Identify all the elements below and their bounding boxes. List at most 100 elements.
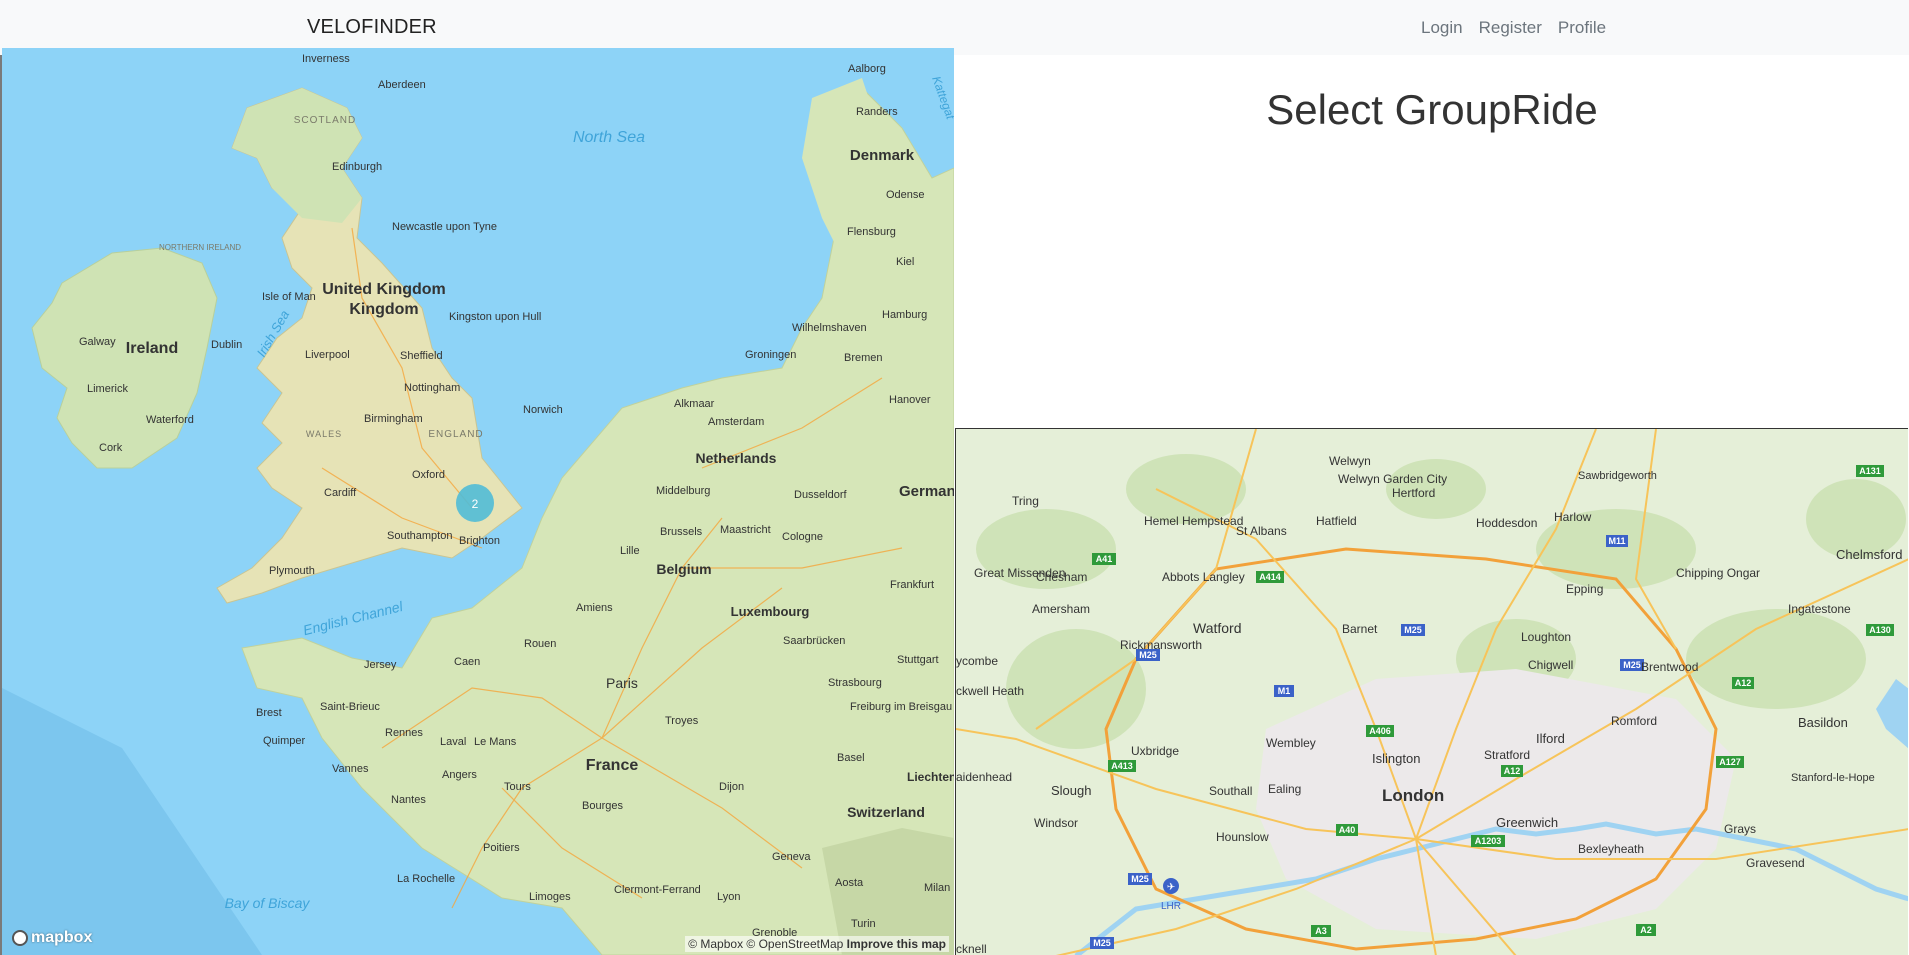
mapbox-logo[interactable]: mapbox bbox=[12, 929, 92, 947]
shield-a127: A127 bbox=[1719, 757, 1741, 767]
place-dublin: Dublin bbox=[211, 339, 242, 351]
place-plymouth: Plymouth bbox=[269, 565, 315, 577]
place-harlow: Harlow bbox=[1554, 510, 1592, 524]
place-basildon: Basildon bbox=[1798, 715, 1848, 730]
place-liverpool: Liverpool bbox=[305, 349, 350, 361]
place-hanover: Hanover bbox=[889, 394, 931, 406]
place-brighton: Brighton bbox=[459, 535, 500, 547]
place-brentwood: Brentwood bbox=[1641, 660, 1698, 674]
shield-a414: A414 bbox=[1259, 572, 1281, 582]
place-grays: Grays bbox=[1724, 822, 1756, 836]
place-rennes: Rennes bbox=[385, 727, 423, 739]
detail-map[interactable]: ✈ A131 M11 A41 A414 M25 M25 M25 A12 A130… bbox=[955, 428, 1908, 955]
place-tring: Tring bbox=[1012, 494, 1039, 508]
shield-m25-south: M25 bbox=[1093, 938, 1111, 948]
place-cardiff: Cardiff bbox=[324, 487, 357, 499]
place-groningen: Groningen bbox=[745, 349, 796, 361]
place-cologne: Cologne bbox=[782, 531, 823, 543]
place-cork: Cork bbox=[99, 442, 123, 454]
map-label-belgium: Belgium bbox=[656, 561, 711, 577]
place-great-missenden: Great Missenden bbox=[974, 566, 1065, 580]
place-aosta: Aosta bbox=[835, 877, 864, 889]
place-london: London bbox=[1382, 786, 1444, 805]
overview-map-canvas[interactable]: 2 United Kingdom Kingdom Ireland France … bbox=[2, 48, 954, 955]
place-uxbridge: Uxbridge bbox=[1131, 744, 1179, 758]
nav-register-link[interactable]: Register bbox=[1479, 18, 1542, 38]
place-quimper: Quimper bbox=[263, 735, 306, 747]
shield-a131: A131 bbox=[1859, 466, 1881, 476]
map-label-n-ireland: NORTHERN IRELAND bbox=[159, 243, 241, 252]
map-attribution: © Mapbox © OpenStreetMap Improve this ma… bbox=[685, 936, 949, 952]
place-isle-of-man: Isle of Man bbox=[262, 291, 316, 303]
place-islington: Islington bbox=[1372, 751, 1420, 766]
place-hertford: Hertford bbox=[1392, 486, 1435, 500]
place-hounslow: Hounslow bbox=[1216, 830, 1269, 844]
shield-m25-east: M25 bbox=[1623, 660, 1641, 670]
map-label-germany: German bbox=[899, 483, 954, 500]
shield-a12-inner: A12 bbox=[1504, 766, 1521, 776]
mapbox-logo-icon bbox=[12, 930, 28, 946]
shield-a3: A3 bbox=[1315, 926, 1327, 936]
shield-a413: A413 bbox=[1111, 761, 1133, 771]
place-birmingham: Birmingham bbox=[364, 413, 423, 425]
place-limerick: Limerick bbox=[87, 383, 128, 395]
place-hatfield: Hatfield bbox=[1316, 514, 1357, 528]
place-alkmaar: Alkmaar bbox=[674, 398, 715, 410]
detail-map-canvas[interactable]: ✈ A131 M11 A41 A414 M25 M25 M25 A12 A130… bbox=[956, 429, 1908, 955]
place-turin: Turin bbox=[851, 918, 876, 930]
place-limoges: Limoges bbox=[529, 891, 571, 903]
place-bourges: Bourges bbox=[582, 800, 623, 812]
place-loughton: Loughton bbox=[1521, 630, 1571, 644]
place-greenwich: Greenwich bbox=[1496, 815, 1558, 830]
place-amiens: Amiens bbox=[576, 602, 613, 614]
improve-map-link[interactable]: Improve this map bbox=[847, 937, 946, 951]
place-abbots-langley: Abbots Langley bbox=[1162, 570, 1245, 584]
nav-login-link[interactable]: Login bbox=[1421, 18, 1463, 38]
attribution-text[interactable]: © Mapbox © OpenStreetMap bbox=[688, 937, 843, 951]
place-romford: Romford bbox=[1611, 714, 1657, 728]
place-la-rochelle: La Rochelle bbox=[397, 873, 455, 885]
ride-cluster-marker[interactable]: 2 bbox=[456, 484, 494, 522]
place-nantes: Nantes bbox=[391, 794, 426, 806]
map-label-england: ENGLAND bbox=[428, 429, 483, 440]
place-stuttgart: Stuttgart bbox=[897, 654, 939, 666]
place-welwyn: Welwyn bbox=[1329, 454, 1371, 468]
place-welwyn-gc: Welwyn Garden City bbox=[1338, 472, 1447, 486]
place-freiburg: Freiburg im Breisgau bbox=[850, 701, 952, 713]
place-wooburn: ckwell Heath bbox=[956, 684, 1024, 698]
place-amsterdam: Amsterdam bbox=[708, 416, 764, 428]
place-sawbridgeworth: Sawbridgeworth bbox=[1578, 470, 1657, 482]
place-ingatestone: Ingatestone bbox=[1788, 602, 1851, 616]
place-hemel: Hemel Hempstead bbox=[1144, 514, 1243, 528]
map-label-scotland: SCOTLAND bbox=[294, 115, 356, 126]
shield-a41: A41 bbox=[1096, 554, 1113, 564]
place-inverness: Inverness bbox=[302, 53, 350, 65]
place-lille: Lille bbox=[620, 545, 640, 557]
overview-map[interactable]: 2 United Kingdom Kingdom Ireland France … bbox=[2, 48, 954, 955]
place-chipping-ongar: Chipping Ongar bbox=[1676, 566, 1760, 580]
svg-text:✈: ✈ bbox=[1167, 882, 1175, 893]
place-brussels: Brussels bbox=[660, 526, 703, 538]
cluster-count-label: 2 bbox=[472, 497, 479, 511]
nav-profile-link[interactable]: Profile bbox=[1558, 18, 1606, 38]
place-norwich: Norwich bbox=[523, 404, 563, 416]
place-gravesend: Gravesend bbox=[1746, 856, 1805, 870]
shield-m1: M1 bbox=[1278, 686, 1291, 696]
place-aalborg: Aalborg bbox=[848, 63, 886, 75]
shield-m25-north: M25 bbox=[1404, 625, 1422, 635]
place-ilford: Ilford bbox=[1536, 731, 1565, 746]
place-clermont-ferrand: Clermont-Ferrand bbox=[614, 884, 701, 896]
place-poitiers: Poitiers bbox=[483, 842, 520, 854]
place-dijon: Dijon bbox=[719, 781, 744, 793]
place-le-mans: Le Mans bbox=[474, 736, 517, 748]
top-navbar: VELOFINDER Login Register Profile bbox=[0, 0, 1909, 55]
place-odense: Odense bbox=[886, 189, 925, 201]
place-middelburg: Middelburg bbox=[656, 485, 710, 497]
place-hamburg: Hamburg bbox=[882, 309, 927, 321]
brand-logo[interactable]: VELOFINDER bbox=[307, 16, 437, 39]
place-hoddesdon: Hoddesdon bbox=[1476, 516, 1537, 530]
place-hull: Kingston upon Hull bbox=[449, 311, 541, 323]
place-rickmansworth: Rickmansworth bbox=[1120, 638, 1202, 652]
place-bremen: Bremen bbox=[844, 352, 883, 364]
place-epping: Epping bbox=[1566, 582, 1603, 596]
